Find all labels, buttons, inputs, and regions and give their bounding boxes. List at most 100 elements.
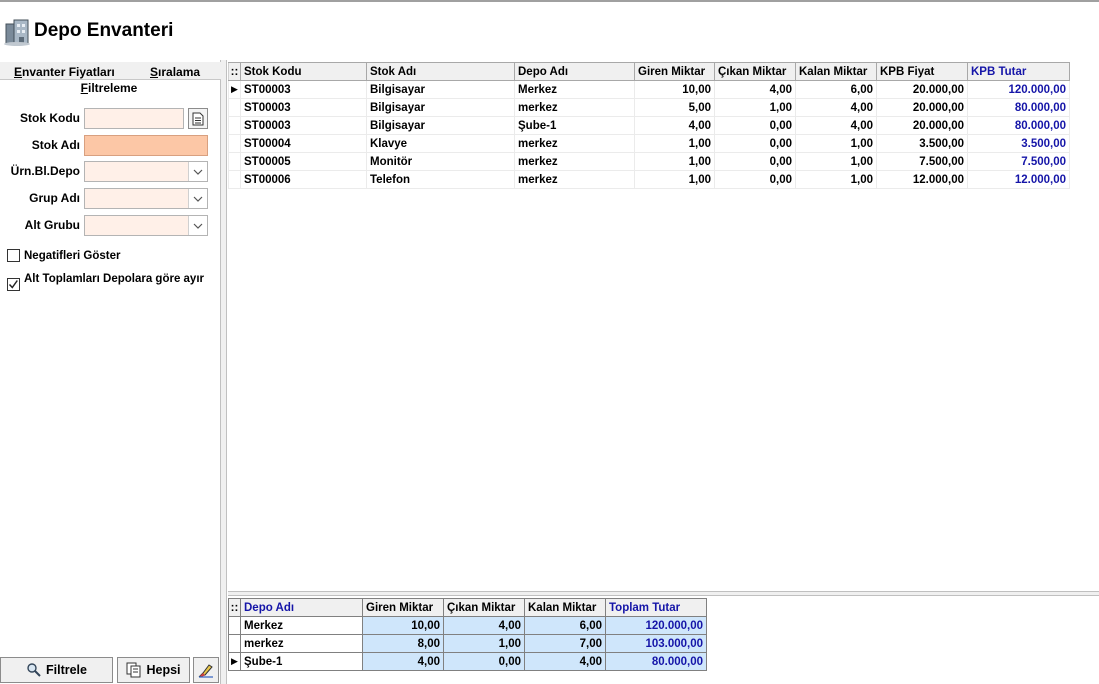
table-cell[interactable]: 4,00 xyxy=(795,98,877,117)
row-indicator[interactable] xyxy=(228,98,241,117)
table-cell[interactable]: 4,00 xyxy=(634,116,715,135)
alt-toplamlari-checkbox[interactable] xyxy=(7,278,20,291)
table-cell[interactable]: 1,00 xyxy=(795,134,877,153)
table-cell[interactable]: merkez xyxy=(514,134,635,153)
table-cell[interactable]: 1,00 xyxy=(795,152,877,171)
summary-grid[interactable]: :: Depo Adı Giren Miktar Çıkan Miktar Ka… xyxy=(228,598,707,671)
table-cell[interactable]: ST00003 xyxy=(240,80,367,99)
urn-bl-depo-select[interactable] xyxy=(84,161,208,182)
table-cell[interactable]: ST00003 xyxy=(240,116,367,135)
table-row[interactable]: ST00003 Bilgisayar Şube-1 4,00 0,00 4,00 20.00… xyxy=(228,116,1070,135)
table-row[interactable]: ▶ ST00003 Bilgisayar Merkez 10,00 4,00 6,00 20.… xyxy=(228,80,1070,99)
summary-cell[interactable]: 8,00 xyxy=(362,634,444,653)
summary-cell[interactable]: 4,00 xyxy=(362,652,444,671)
negatifleri-goster-checkbox[interactable] xyxy=(7,249,20,262)
table-cell[interactable]: ST00005 xyxy=(240,152,367,171)
summary-cell[interactable]: 120.000,00 xyxy=(605,616,707,635)
summary-row[interactable]: Merkez 10,00 4,00 6,00 120.000,00 xyxy=(228,616,707,635)
table-row[interactable]: ST00005 Monitör merkez 1,00 0,00 1,00 7.500,00… xyxy=(228,152,1070,171)
summary-row[interactable]: ▶ Şube-1 4,00 0,00 4,00 80.000,00 xyxy=(228,652,707,671)
table-cell[interactable]: 20.000,00 xyxy=(876,80,968,99)
table-cell[interactable]: ST00003 xyxy=(240,98,367,117)
row-indicator[interactable] xyxy=(228,134,241,153)
table-cell[interactable]: Telefon xyxy=(366,170,515,189)
table-cell[interactable]: Klavye xyxy=(366,134,515,153)
summary-cell[interactable]: 10,00 xyxy=(362,616,444,635)
chevron-down-icon[interactable] xyxy=(188,162,207,181)
chevron-down-icon[interactable] xyxy=(188,189,207,208)
summary-corner[interactable]: :: xyxy=(228,598,241,617)
table-cell[interactable]: ST00004 xyxy=(240,134,367,153)
col-depo-adi[interactable]: Depo Adı xyxy=(514,62,635,81)
summary-cell[interactable]: 4,00 xyxy=(524,652,606,671)
summary-cell[interactable]: 1,00 xyxy=(443,634,525,653)
chevron-down-icon[interactable] xyxy=(188,216,207,235)
col-stok-adi[interactable]: Stok Adı xyxy=(366,62,515,81)
table-cell[interactable]: 1,00 xyxy=(634,170,715,189)
row-indicator[interactable] xyxy=(228,170,241,189)
table-cell[interactable]: Monitör xyxy=(366,152,515,171)
table-cell[interactable]: 4,00 xyxy=(714,80,796,99)
col-kpb-tutar[interactable]: KPB Tutar xyxy=(967,62,1070,81)
summary-cell[interactable]: Merkez xyxy=(240,616,363,635)
summary-cell[interactable]: Şube-1 xyxy=(240,652,363,671)
table-cell[interactable]: 1,00 xyxy=(634,152,715,171)
table-cell[interactable]: 80.000,00 xyxy=(967,116,1070,135)
row-indicator-icon[interactable]: ▶ xyxy=(228,80,241,99)
sum-col-cikan-miktar[interactable]: Çıkan Miktar xyxy=(443,598,525,617)
table-cell[interactable]: 4,00 xyxy=(795,116,877,135)
table-cell[interactable]: 12.000,00 xyxy=(967,170,1070,189)
tab-envanter-fiyatlari[interactable]: Envanter Fiyatları xyxy=(14,65,115,79)
horizontal-splitter[interactable] xyxy=(228,591,1099,596)
table-cell[interactable]: 0,00 xyxy=(714,170,796,189)
table-row[interactable]: ST00006 Telefon merkez 1,00 0,00 1,00 12.000,0… xyxy=(228,170,1070,189)
summary-cell[interactable]: 6,00 xyxy=(524,616,606,635)
table-cell[interactable]: 10,00 xyxy=(634,80,715,99)
table-cell[interactable]: merkez xyxy=(514,98,635,117)
summary-cell[interactable]: merkez xyxy=(240,634,363,653)
table-cell[interactable]: 0,00 xyxy=(714,134,796,153)
col-stok-kodu[interactable]: Stok Kodu xyxy=(240,62,367,81)
summary-cell[interactable]: 7,00 xyxy=(524,634,606,653)
browse-stok-button[interactable] xyxy=(188,108,208,129)
row-indicator[interactable] xyxy=(228,152,241,171)
sum-col-kalan-miktar[interactable]: Kalan Miktar xyxy=(524,598,606,617)
table-cell[interactable]: Şube-1 xyxy=(514,116,635,135)
table-cell[interactable]: 20.000,00 xyxy=(876,116,968,135)
table-cell[interactable]: Bilgisayar xyxy=(366,80,515,99)
sum-col-depo-adi[interactable]: Depo Adı xyxy=(240,598,363,617)
tab-siralama[interactable]: Sıralama xyxy=(150,65,200,79)
row-indicator[interactable] xyxy=(228,616,241,635)
table-cell[interactable]: 3.500,00 xyxy=(876,134,968,153)
table-cell[interactable]: 12.000,00 xyxy=(876,170,968,189)
alt-grubu-select[interactable] xyxy=(84,215,208,236)
clear-filter-button[interactable] xyxy=(193,657,219,683)
table-cell[interactable]: Bilgisayar xyxy=(366,116,515,135)
col-giren-miktar[interactable]: Giren Miktar xyxy=(634,62,715,81)
table-cell[interactable]: 1,00 xyxy=(634,134,715,153)
table-cell[interactable]: 1,00 xyxy=(714,98,796,117)
table-cell[interactable]: Merkez xyxy=(514,80,635,99)
table-cell[interactable]: 80.000,00 xyxy=(967,98,1070,117)
filtrele-button[interactable]: Filtrele xyxy=(0,657,113,683)
col-kalan-miktar[interactable]: Kalan Miktar xyxy=(795,62,877,81)
table-cell[interactable]: 6,00 xyxy=(795,80,877,99)
table-row[interactable]: ST00003 Bilgisayar merkez 5,00 1,00 4,00 20.00… xyxy=(228,98,1070,117)
table-cell[interactable]: 0,00 xyxy=(714,116,796,135)
sum-col-toplam-tutar[interactable]: Toplam Tutar xyxy=(605,598,707,617)
summary-cell[interactable]: 80.000,00 xyxy=(605,652,707,671)
table-cell[interactable]: merkez xyxy=(514,152,635,171)
table-row[interactable]: ST00004 Klavye merkez 1,00 0,00 1,00 3.500,00 3… xyxy=(228,134,1070,153)
hepsi-button[interactable]: Hepsi xyxy=(117,657,190,683)
grup-adi-select[interactable] xyxy=(84,188,208,209)
table-cell[interactable]: 20.000,00 xyxy=(876,98,968,117)
stok-kodu-input[interactable] xyxy=(84,108,184,129)
table-cell[interactable]: 1,00 xyxy=(795,170,877,189)
stok-adi-input[interactable] xyxy=(84,135,208,156)
inventory-grid[interactable]: :: Stok Kodu Stok Adı Depo Adı Giren Mik… xyxy=(228,62,1070,189)
table-cell[interactable]: 3.500,00 xyxy=(967,134,1070,153)
vertical-splitter[interactable] xyxy=(221,60,227,684)
summary-cell[interactable]: 103.000,00 xyxy=(605,634,707,653)
row-indicator-icon[interactable]: ▶ xyxy=(228,652,241,671)
table-cell[interactable]: 120.000,00 xyxy=(967,80,1070,99)
